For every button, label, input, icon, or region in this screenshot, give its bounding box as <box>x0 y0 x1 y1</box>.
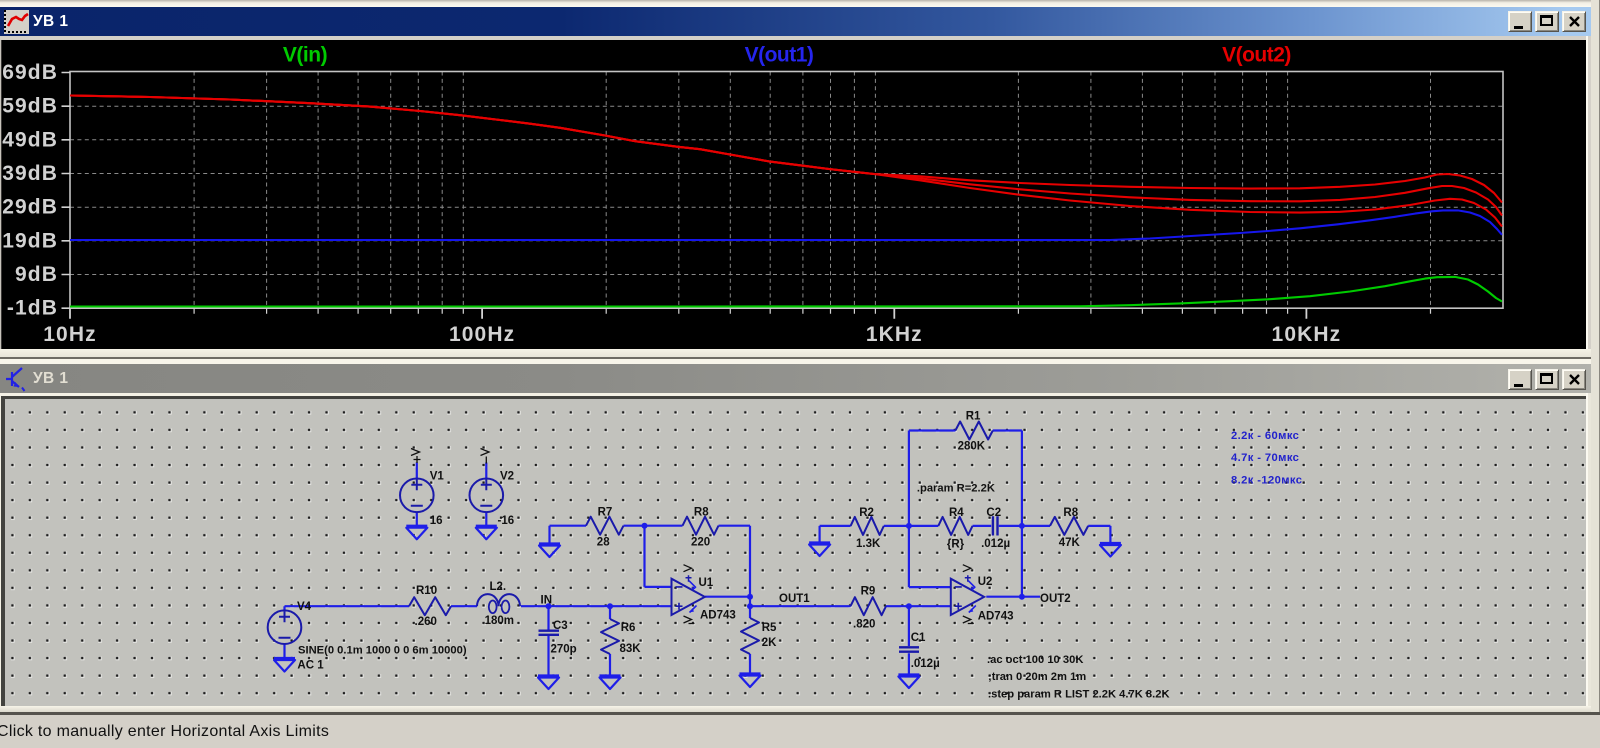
svg-text:.012µ: .012µ <box>911 658 940 670</box>
svg-text:V4: V4 <box>297 601 312 613</box>
svg-text:180m: 180m <box>485 615 514 627</box>
svg-text:-16: -16 <box>498 515 515 527</box>
svg-text:R6: R6 <box>621 622 636 634</box>
svg-text:AC 1: AC 1 <box>297 659 324 671</box>
svg-text:{R}: {R} <box>947 538 965 550</box>
svg-text:47K: 47K <box>1059 537 1081 549</box>
svg-text:.ac oct 100 10 30K: .ac oct 100 10 30K <box>987 654 1083 666</box>
svg-text:C2: C2 <box>986 507 1001 519</box>
svg-text:L2.: L2. <box>490 581 507 593</box>
svg-text:SINE(0 0.1m 1000 0 0 6m 10000): SINE(0 0.1m 1000 0 0 6m 10000) <box>298 644 467 656</box>
svg-text:4.7к - 70мкс: 4.7к - 70мкс <box>1231 452 1299 464</box>
svg-text:29dB: 29dB <box>2 196 58 219</box>
svg-text:IN: IN <box>541 594 553 606</box>
svg-text:R8: R8 <box>1063 507 1078 519</box>
svg-text:270p: 270p <box>551 643 577 655</box>
svg-text:;tran 0 20m 2m 1m: ;tran 0 20m 2m 1m <box>988 671 1086 683</box>
svg-text:R8: R8 <box>694 506 709 518</box>
svg-text:.260: .260 <box>415 616 437 628</box>
svg-text:59dB: 59dB <box>2 95 58 118</box>
svg-text:V2: V2 <box>500 470 514 482</box>
svg-text:R7: R7 <box>598 506 613 518</box>
svg-text:9dB: 9dB <box>15 263 58 286</box>
svg-text:U2: U2 <box>978 576 993 588</box>
svg-text:8.2к -120мкс: 8.2к -120мкс <box>1231 474 1302 486</box>
svg-text:R4: R4 <box>949 507 964 519</box>
svg-text:.820: .820 <box>853 618 875 630</box>
svg-text:.param R=2.2K: .param R=2.2K <box>917 482 995 494</box>
svg-text:C3: C3 <box>553 620 568 632</box>
svg-text:19dB: 19dB <box>2 229 58 252</box>
svg-text:V(out1): V(out1) <box>745 44 814 67</box>
svg-text:.012µ: .012µ <box>981 538 1010 550</box>
svg-text:100Hz: 100Hz <box>449 323 515 346</box>
svg-text:OUT2: OUT2 <box>1040 593 1071 605</box>
svg-text:R9: R9 <box>861 585 876 597</box>
svg-text:OUT1: OUT1 <box>779 593 810 605</box>
svg-text:10Hz: 10Hz <box>43 323 96 346</box>
svg-text:U1: U1 <box>699 577 714 589</box>
svg-text:.step param R LIST 2.2K 4.7K 8: .step param R LIST 2.2K 4.7K 8.2K <box>988 688 1170 700</box>
svg-text:10KHz: 10KHz <box>1272 323 1342 346</box>
svg-text:69dB: 69dB <box>2 61 58 84</box>
svg-text:R10: R10 <box>416 585 437 597</box>
svg-text:R2: R2 <box>859 507 874 519</box>
svg-text:AD743: AD743 <box>978 610 1014 622</box>
svg-text:39dB: 39dB <box>2 162 58 185</box>
svg-text:83K: 83K <box>620 643 642 655</box>
svg-text:1KHz: 1KHz <box>866 323 923 346</box>
svg-text:V(out2): V(out2) <box>1222 44 1291 67</box>
svg-text:2K: 2K <box>762 637 777 649</box>
svg-text:R1: R1 <box>966 410 981 422</box>
svg-text:C1: C1 <box>911 632 926 644</box>
svg-text:V1: V1 <box>430 470 445 482</box>
svg-text:49dB: 49dB <box>2 128 58 151</box>
svg-text:V(in): V(in) <box>283 44 327 67</box>
svg-text:220: 220 <box>691 536 710 548</box>
svg-text:R5: R5 <box>762 622 777 634</box>
svg-text:1.3K: 1.3K <box>856 538 881 550</box>
svg-text:28: 28 <box>597 536 610 548</box>
svg-text:16: 16 <box>430 515 443 527</box>
svg-text:-1dB: -1dB <box>7 297 58 320</box>
svg-text:AD743: AD743 <box>700 609 736 621</box>
svg-text:2.2к - 60мкс: 2.2к - 60мкс <box>1231 430 1299 442</box>
svg-text:280K: 280K <box>958 440 986 452</box>
